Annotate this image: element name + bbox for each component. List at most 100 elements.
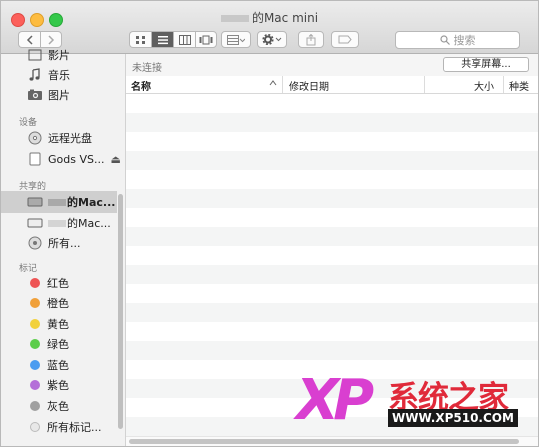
list-row: [126, 265, 538, 284]
music-icon: [29, 68, 40, 81]
sidebar-item-label: Gods VS...: [48, 152, 105, 166]
action-menu-button[interactable]: [257, 31, 287, 48]
sidebar-item-label: 远程光盘: [48, 132, 92, 145]
display-icon: [27, 197, 43, 207]
list-row: [126, 94, 538, 113]
list-row: [126, 151, 538, 170]
connection-status: 未连接: [132, 63, 162, 74]
list-row: [126, 246, 538, 265]
sidebar-item-movies[interactable]: 影片: [1, 45, 70, 65]
sidebar-item-label: 音乐: [48, 69, 70, 82]
camera-icon: [28, 89, 42, 100]
list-icon: [157, 35, 168, 44]
tag-dot-icon: [30, 278, 40, 288]
sidebar-item-label: 红色: [47, 277, 69, 290]
window-title: 的Mac mini: [1, 9, 538, 26]
search-placeholder: 搜索: [453, 34, 476, 47]
sidebar-tag-purple[interactable]: 紫色: [1, 375, 69, 395]
sidebar-item-music[interactable]: 音乐: [1, 65, 70, 85]
sidebar-tag-all[interactable]: 所有标记...: [1, 417, 102, 437]
section-header-devices: 设备: [19, 118, 38, 128]
column-kind[interactable]: 种类: [509, 78, 529, 93]
sidebar-item-gods-vs[interactable]: Gods VS... ⏏: [1, 149, 121, 169]
sidebar-scrollbar[interactable]: [118, 194, 123, 429]
film-icon: [28, 49, 42, 61]
sidebar-item-all-shared[interactable]: 所有...: [1, 233, 81, 253]
coverflow-view-button[interactable]: [195, 31, 217, 48]
search-field[interactable]: 搜索: [395, 31, 520, 49]
arrange-menu-button[interactable]: [221, 31, 251, 48]
sidebar-item-label: 紫色: [47, 379, 69, 392]
redacted-name-block: [220, 15, 249, 22]
sidebar-item-label: 所有...: [48, 237, 81, 250]
display-icon: [27, 218, 43, 228]
title-bar: 的Mac mini 搜索: [1, 1, 538, 54]
column-size[interactable]: 大小: [474, 78, 494, 93]
sidebar-item-label: 的Mac...: [67, 196, 116, 209]
sidebar-tag-blue[interactable]: 蓝色: [1, 355, 69, 375]
tag-dot-icon: [30, 298, 40, 308]
drive-icon: [29, 152, 41, 166]
tag-icon: [338, 35, 352, 44]
redacted-name-block: [48, 198, 66, 206]
sidebar-item-label: 图片: [48, 89, 70, 102]
list-row: [126, 113, 538, 132]
column-date-modified[interactable]: 修改日期: [289, 78, 329, 93]
coverflow-icon: [199, 35, 213, 44]
sidebar-item-pictures[interactable]: 图片: [1, 85, 70, 105]
columns-icon: [178, 34, 191, 45]
icon-view-button[interactable]: [129, 31, 151, 48]
sidebar-item-label: 黄色: [47, 318, 69, 331]
tag-dot-icon: [30, 319, 40, 329]
share-button[interactable]: [298, 31, 324, 48]
sidebar-item-label: 所有标记...: [47, 421, 102, 434]
share-icon: [306, 33, 316, 45]
sidebar-tag-green[interactable]: 绿色: [1, 334, 69, 354]
sidebar-item-shared-mac-1[interactable]: 的Mac...: [1, 192, 115, 212]
column-view-button[interactable]: [173, 31, 195, 48]
column-name[interactable]: 名称: [131, 78, 151, 93]
tag-dot-icon: [30, 401, 40, 411]
list-row: [126, 322, 538, 341]
share-screen-button[interactable]: 共享屏幕...: [443, 57, 529, 72]
list-row: [126, 303, 538, 322]
sidebar-tag-yellow[interactable]: 黄色: [1, 314, 69, 334]
column-header: 名称 修改日期 大小 种类: [126, 76, 538, 94]
gear-icon: [262, 34, 282, 45]
sidebar-tag-red[interactable]: 红色: [1, 273, 69, 293]
disc-icon: [28, 131, 42, 145]
window-title-text: 的Mac mini: [251, 11, 319, 25]
arrange-icon: [227, 34, 245, 45]
grid-icon: [135, 35, 145, 44]
watermark: XP 系统之家 WWW.XP510.COM: [296, 368, 536, 440]
sidebar-item-label: 的Mac...: [67, 217, 111, 230]
column-divider[interactable]: [424, 76, 425, 93]
sidebar-item-remote-disc[interactable]: 远程光盘: [1, 128, 92, 148]
sidebar-item-label: 蓝色: [47, 359, 69, 372]
network-icon: [28, 236, 42, 250]
connection-bar: 未连接 共享屏幕...: [126, 54, 538, 77]
sidebar-tag-gray[interactable]: 灰色: [1, 396, 69, 416]
tag-dot-icon: [30, 339, 40, 349]
sidebar-item-label: 影片: [48, 49, 70, 62]
sidebar: 影片 音乐 图片 设备 远程光盘 Gods VS... ⏏ 共享的 的Mac...…: [1, 49, 126, 446]
eject-icon[interactable]: ⏏: [110, 153, 120, 166]
tag-dot-icon: [30, 380, 40, 390]
watermark-url: WWW.XP510.COM: [388, 409, 518, 427]
list-view-button[interactable]: [151, 31, 173, 48]
watermark-logo: XP: [296, 368, 374, 433]
column-divider[interactable]: [503, 76, 504, 93]
sidebar-tag-orange[interactable]: 橙色: [1, 293, 69, 313]
list-row: [126, 189, 538, 208]
list-row: [126, 170, 538, 189]
sidebar-item-label: 灰色: [47, 400, 69, 413]
tag-dot-icon: [30, 422, 40, 432]
tag-button[interactable]: [331, 31, 359, 48]
sort-ascending-icon: [269, 78, 277, 89]
list-row: [126, 341, 538, 360]
sidebar-item-shared-mac-2[interactable]: 的Mac...: [1, 213, 111, 233]
list-row: [126, 208, 538, 227]
column-divider[interactable]: [282, 76, 283, 93]
sidebar-item-label: 绿色: [47, 338, 69, 351]
list-row: [126, 132, 538, 151]
